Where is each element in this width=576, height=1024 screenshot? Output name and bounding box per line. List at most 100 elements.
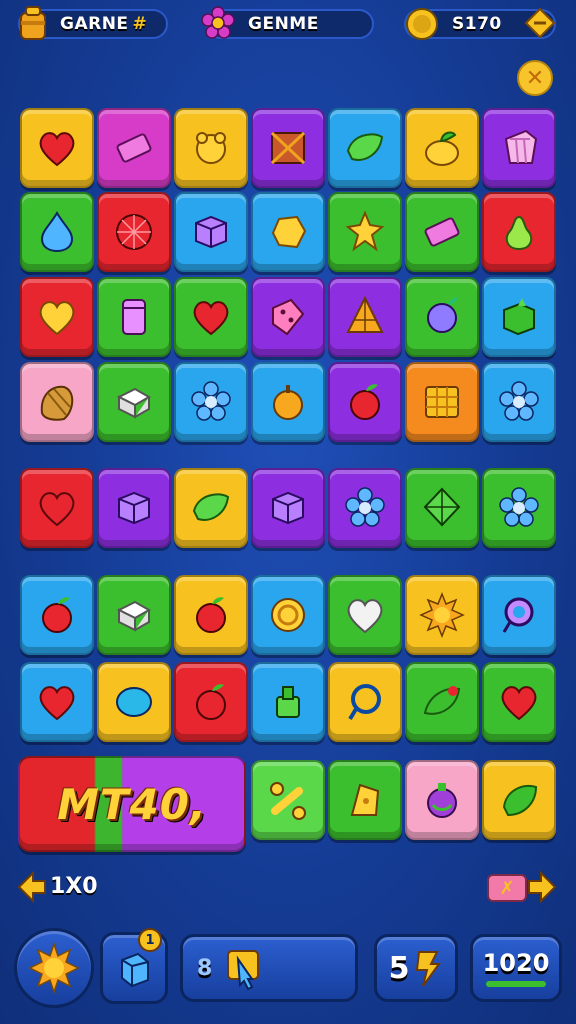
board-tile[interactable] [20,362,94,442]
board-tile[interactable] [174,108,248,188]
flower-icon [499,487,539,527]
board-tile[interactable] [251,575,325,655]
board-tile[interactable] [482,108,556,188]
ring2-icon [348,684,381,721]
score-progress-bar [486,981,546,987]
hint-panel[interactable]: 8 [180,934,358,1002]
board-tile[interactable] [97,192,171,272]
board-tile[interactable] [405,277,479,357]
combo-banner[interactable]: MT40, [18,756,246,852]
board-tile[interactable] [251,468,325,548]
drop-icon [40,211,74,253]
heart-icon [39,686,75,721]
board-tile[interactable] [405,192,479,272]
cup-icon [122,299,146,335]
swap-button[interactable]: ✗ [487,874,527,902]
board-tile[interactable] [251,192,325,272]
board-tile[interactable] [20,575,94,655]
board-tile[interactable] [405,362,479,442]
board-tile[interactable] [174,575,248,655]
ice-cube-icon [121,952,149,988]
board-tile[interactable] [482,362,556,442]
crate-icon [270,131,306,165]
board-tile[interactable] [174,277,248,357]
board-tile[interactable] [328,662,402,742]
arrow-right-icon[interactable] [526,870,558,904]
board-tile[interactable] [20,192,94,272]
board-tile[interactable] [328,760,402,840]
board-tile[interactable] [97,662,171,742]
ring-icon [502,597,534,633]
board-tile[interactable] [405,760,479,840]
board-tile[interactable] [174,192,248,272]
leaf3-icon [502,785,538,817]
bone-icon [270,782,306,820]
board-tile[interactable] [20,662,94,742]
board-tile[interactable] [405,575,479,655]
close-icon: ✕ [525,65,545,91]
board-tile[interactable] [482,468,556,548]
board-tile[interactable] [405,108,479,188]
board-tile[interactable] [174,362,248,442]
flower-icon[interactable] [200,5,236,41]
score-panel: 1020 [470,934,562,1002]
pear-icon [505,215,533,251]
board-tile[interactable] [482,277,556,357]
left-title: GARNE [60,14,129,34]
board-tile[interactable] [251,108,325,188]
board-tile[interactable] [251,760,325,840]
navigation-row: 1X0 ✗ [0,868,576,908]
pyramid-icon [346,295,384,333]
board-tile[interactable] [20,468,94,548]
top-bar: GARNE # GENME S170 [0,0,576,48]
board-tile[interactable] [482,760,556,840]
moves-panel: 5 [374,934,458,1002]
lightning-icon [416,951,442,987]
box-icon [118,491,150,525]
fruit-icon [425,131,459,166]
board-tile[interactable] [482,662,556,742]
board-tile[interactable] [328,277,402,357]
board-tile[interactable] [328,468,402,548]
bottle-icon [276,686,300,718]
board-tile[interactable] [405,468,479,548]
board-tile[interactable] [20,277,94,357]
crate2-icon [425,386,459,418]
chest-icon[interactable] [16,4,50,42]
flower-icon [499,381,539,421]
sun-button[interactable] [14,928,94,1008]
add-coins-button[interactable] [523,6,557,40]
board-tile[interactable] [251,662,325,742]
acorn-icon [273,385,303,420]
booster-badge: 1 [138,928,162,952]
close-button[interactable]: ✕ [517,60,553,96]
board-tile[interactable] [97,468,171,548]
board-tile[interactable] [482,192,556,272]
board-tile[interactable] [328,575,402,655]
board-tile[interactable] [328,362,402,442]
heart-icon [39,492,75,527]
board-tile[interactable] [97,362,171,442]
center-title: GENME [248,14,319,34]
board-tile[interactable] [97,575,171,655]
moves-count: 5 [388,950,410,986]
flower-icon [345,487,385,527]
board-tile[interactable] [97,108,171,188]
board-tile[interactable] [328,108,402,188]
board-tile[interactable] [174,662,248,742]
board-tile[interactable] [251,277,325,357]
coin-icon [271,598,305,632]
board-tile[interactable] [20,108,94,188]
board-tile[interactable] [405,662,479,742]
board-tile[interactable] [97,277,171,357]
board-tile[interactable] [328,192,402,272]
star-icon [345,210,385,252]
board-tile[interactable] [251,362,325,442]
swap-icon: ✗ [499,877,515,899]
apple-icon [350,384,380,420]
heart-icon [193,301,229,336]
cube2-icon [116,387,152,419]
board-tile[interactable] [174,468,248,548]
board-tile[interactable] [482,575,556,655]
arrow-left-icon[interactable] [16,870,48,904]
